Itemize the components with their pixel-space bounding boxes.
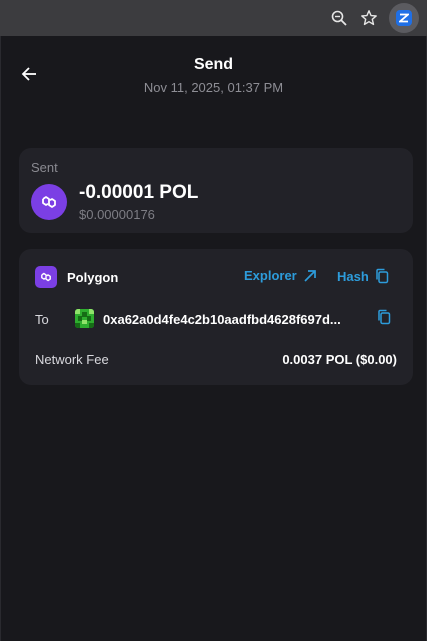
page-title: Send [193,56,234,73]
sent-amount: -0.00001 POL [79,182,199,203]
zoom-icon[interactable] [329,8,349,28]
to-label: To [35,312,49,327]
sent-amount-usd: $0.00000176 [79,207,155,222]
hash-copy-button[interactable]: Hash [337,268,389,284]
hash-link-label: Hash [337,268,369,284]
network-name: Polygon [67,270,119,285]
polygon-icon [31,184,67,220]
network-fee-value: 0.0037 POL ($0.00) [282,352,397,367]
extension-icon [396,10,412,26]
transaction-detail-panel: Send Nov 11, 2025, 01:37 PM Sent -0.0000… [0,36,427,641]
address-avatar [75,309,94,328]
network-fee-label: Network Fee [35,352,109,367]
transaction-timestamp: Nov 11, 2025, 01:37 PM [143,80,284,95]
star-icon[interactable] [359,8,379,28]
extension-button[interactable] [389,3,419,33]
browser-toolbar [0,0,427,36]
copy-icon [376,268,389,284]
sent-label: Sent [31,160,58,175]
recipient-address: 0xa62a0d4fe4c2b10aadfbd4628f697d... [103,312,341,327]
external-arrow-icon [304,269,316,282]
explorer-link-label: Explorer [244,268,297,283]
copy-address-icon[interactable] [377,309,395,327]
transaction-details-card: Polygon Explorer Hash To 0xa62a0d4fe4c2b… [19,249,413,385]
polygon-network-icon [35,266,57,288]
browser-toolbar-actions [307,0,427,36]
explorer-link[interactable]: Explorer [244,268,317,283]
page-header: Send Nov 11, 2025, 01:37 PM [1,36,426,112]
sent-amount-card: Sent -0.00001 POL $0.00000176 [19,148,413,233]
